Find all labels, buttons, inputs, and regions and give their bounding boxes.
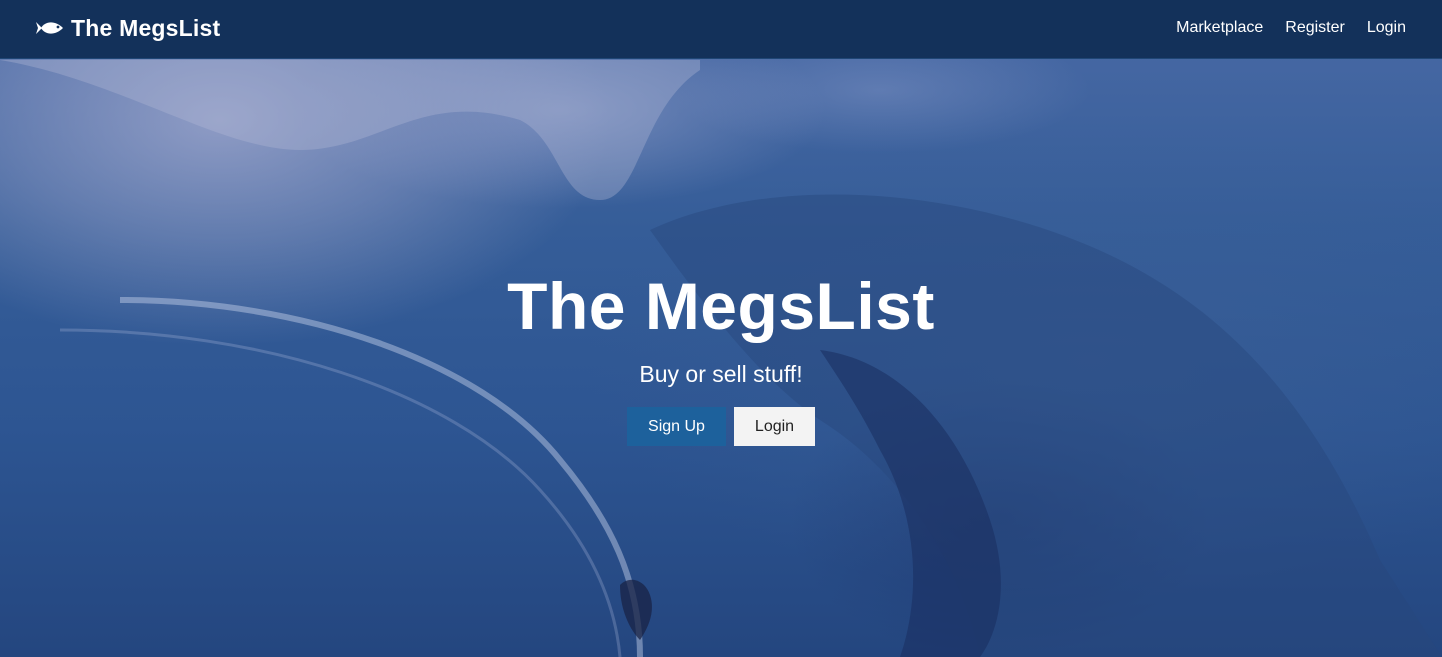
- hero-title: The MegsList: [507, 269, 935, 343]
- nav-link-register[interactable]: Register: [1285, 19, 1345, 37]
- page: The MegsList Marketplace Register Login …: [0, 0, 1442, 657]
- fish-icon: [35, 18, 65, 38]
- hero-section: The MegsList Buy or sell stuff! Sign Up …: [0, 268, 1442, 446]
- brand-logo-link[interactable]: The MegsList: [35, 13, 220, 43]
- brand-name: The MegsList: [71, 14, 221, 41]
- nav-link-marketplace[interactable]: Marketplace: [1176, 19, 1263, 37]
- login-button[interactable]: Login: [734, 407, 815, 446]
- hero-subtitle: Buy or sell stuff!: [639, 361, 803, 387]
- top-navbar: The MegsList Marketplace Register Login: [0, 0, 1442, 59]
- sign-up-button[interactable]: Sign Up: [627, 407, 726, 446]
- nav-links: Marketplace Register Login: [1154, 0, 1406, 56]
- nav-link-login[interactable]: Login: [1367, 19, 1406, 37]
- wave-spray: [0, 60, 700, 200]
- surfer-figure: [620, 579, 652, 640]
- hero-button-group: Sign Up Login: [0, 407, 1442, 446]
